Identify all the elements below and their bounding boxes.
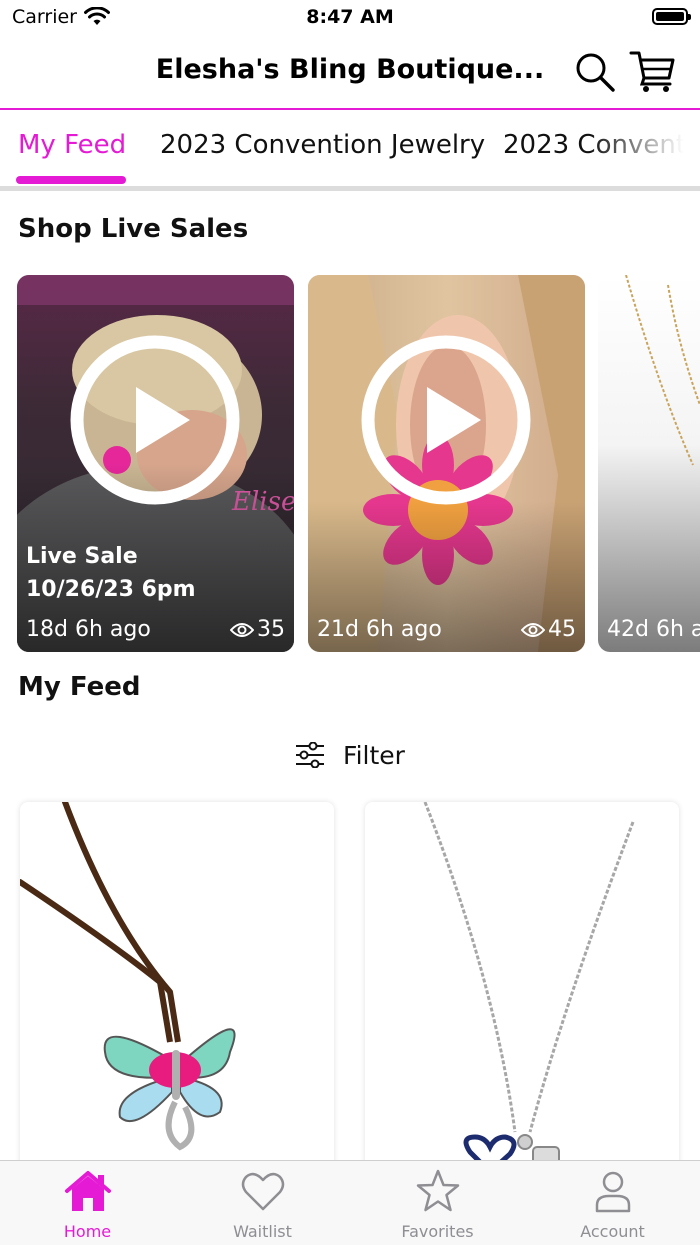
active-tab-indicator <box>16 176 126 184</box>
home-icon <box>65 1171 111 1211</box>
live-sales-heading: Shop Live Sales <box>18 214 249 244</box>
play-icon[interactable] <box>70 335 240 505</box>
cart-icon[interactable] <box>628 48 676 94</box>
live-sale-age: 18d 6h ago <box>26 617 151 642</box>
live-sale-thumbnail <box>598 275 700 652</box>
tabs-fade <box>590 110 700 188</box>
person-icon <box>595 1171 631 1213</box>
nav-bar: Elesha's Bling Boutique... <box>0 36 700 110</box>
store-title: Elesha's Bling Boutique... <box>155 54 545 85</box>
view-count-value: 35 <box>257 617 285 642</box>
category-tabs: My Feed 2023 Convention Jewelry 2023 Con… <box>0 110 700 188</box>
tab-account-label: Account <box>580 1222 645 1241</box>
product-image <box>423 802 635 1172</box>
heart-icon <box>241 1172 285 1211</box>
view-count-value: 45 <box>548 617 576 642</box>
product-image <box>20 802 236 1151</box>
battery-icon <box>652 8 691 25</box>
eye-icon <box>521 622 545 637</box>
tab-home-label: Home <box>63 1222 112 1241</box>
live-sale-caption-line2: 10/26/23 6pm <box>26 577 196 602</box>
live-sale-card[interactable]: 42d 6h a <box>598 275 700 652</box>
tab-waitlist-label: Waitlist <box>233 1222 292 1241</box>
search-icon[interactable] <box>574 51 616 93</box>
tabs-divider <box>0 186 700 191</box>
tab-favorites-label: Favorites <box>401 1222 474 1241</box>
tab-favorites[interactable]: Favorites <box>350 1161 525 1245</box>
bottom-tab-bar: Home Waitlist Favorites Account <box>0 1160 700 1245</box>
live-sale-card[interactable]: Elise Live Sale 10/26/23 6pm 18d 6h ago … <box>17 275 294 652</box>
filter-button[interactable]: Filter <box>0 738 700 772</box>
tab-home[interactable]: Home <box>0 1161 175 1245</box>
live-sale-age: 21d 6h ago <box>317 617 442 642</box>
tab-account[interactable]: Account <box>525 1161 700 1245</box>
view-count: 35 <box>230 617 285 642</box>
play-icon[interactable] <box>361 335 531 505</box>
product-card[interactable] <box>365 802 679 1172</box>
eye-icon <box>230 622 254 637</box>
my-feed-heading: My Feed <box>18 672 141 702</box>
view-count: 45 <box>521 617 576 642</box>
live-sale-age: 42d 6h a <box>607 617 700 642</box>
live-sale-card[interactable]: 21d 6h ago 45 <box>308 275 585 652</box>
live-sale-caption-line1: Live Sale <box>26 544 138 569</box>
tab-waitlist[interactable]: Waitlist <box>175 1161 350 1245</box>
filter-label: Filter <box>343 740 405 770</box>
clock: 8:47 AM <box>306 6 394 28</box>
product-card[interactable] <box>20 802 334 1172</box>
tab-my-feed[interactable]: My Feed <box>18 130 126 160</box>
status-bar: Carrier 8:47 AM <box>0 0 700 36</box>
star-icon <box>416 1169 460 1212</box>
tab-2023-convention-jewelry[interactable]: 2023 Convention Jewelry <box>160 130 485 160</box>
filter-icon <box>296 742 325 768</box>
